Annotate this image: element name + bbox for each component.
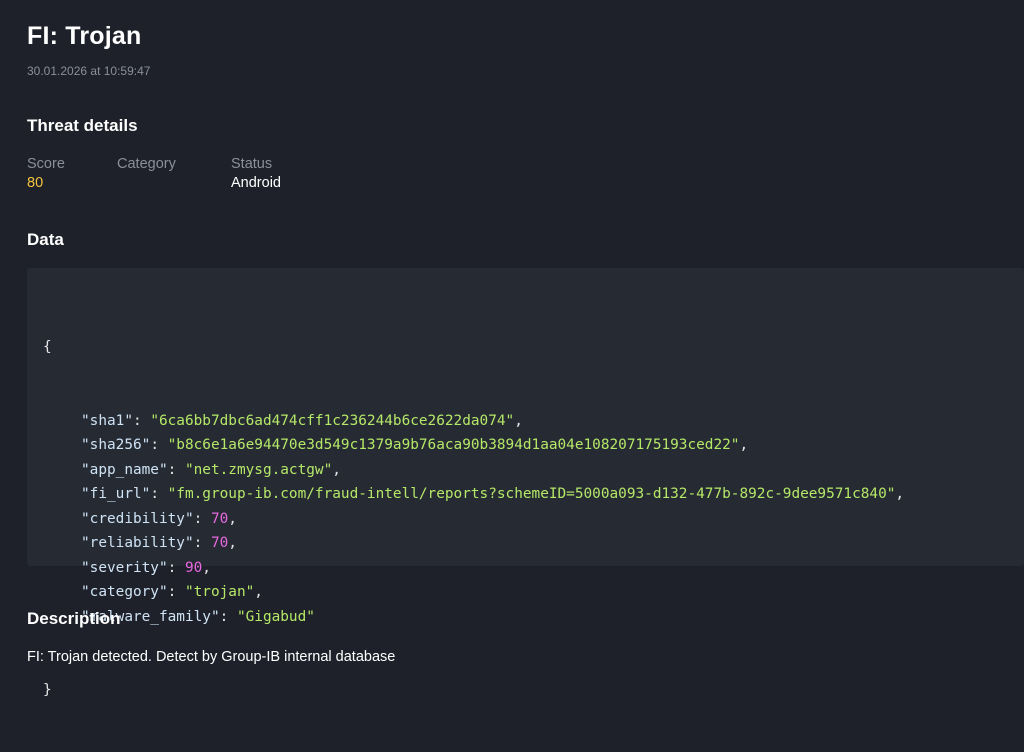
category-field: Category — [117, 155, 176, 173]
json-open-brace: { — [43, 339, 52, 355]
description-heading: Description — [27, 609, 121, 628]
json-key: "reliability" — [81, 535, 194, 551]
json-value: "fm.group-ib.com/fraud-intell/reports?sc… — [167, 486, 896, 502]
json-key: "severity" — [81, 559, 168, 576]
json-value: 90 — [184, 559, 203, 576]
json-value: "6ca6bb7dbc6ad474cff1c236244b6ce2622da07… — [150, 412, 515, 429]
description-text: FI: Trojan detected. Detect by Group-IB … — [27, 649, 396, 665]
json-value: 70 — [210, 535, 229, 551]
json-entries: "sha1": "6ca6bb7dbc6ad474cff1c236244b6ce… — [43, 409, 904, 630]
json-value: "b8c6e1a6e94470e3d549c1379a9b76aca90b389… — [167, 437, 740, 453]
threat-report-page: FI: Trojan 30.01.2026 at 10:59:47 Threat… — [27, 0, 1024, 698]
json-entry: "fi_url": "fm.group-ib.com/fraud-intell/… — [81, 486, 905, 502]
json-key: "sha256" — [81, 437, 151, 453]
data-heading: Data — [27, 230, 64, 249]
json-key: "category" — [81, 584, 168, 600]
status-field: Status Android — [231, 155, 281, 193]
json-value: 70 — [210, 510, 229, 527]
json-entry: "app_name": "net.zmysg.actgw", — [81, 461, 341, 478]
json-key: "fi_url" — [81, 486, 151, 502]
json-value: "trojan" — [184, 584, 255, 600]
json-entry: "sha1": "6ca6bb7dbc6ad474cff1c236244b6ce… — [81, 412, 523, 429]
status-value: Android — [231, 175, 281, 191]
status-label: Status — [231, 156, 273, 172]
json-value: "Gigabud" — [236, 608, 315, 625]
score-field: Score 80 — [27, 155, 65, 193]
timestamp: 30.01.2026 at 10:59:47 — [27, 64, 151, 78]
json-entry: "category": "trojan", — [81, 584, 263, 600]
threat-details-heading: Threat details — [27, 116, 138, 135]
json-key: "app_name" — [81, 461, 168, 478]
json-code-block[interactable]: { "sha1": "6ca6bb7dbc6ad474cff1c236244b6… — [27, 268, 1024, 698]
json-key: "sha1" — [81, 412, 133, 429]
json-entry: "reliability": 70, — [81, 535, 237, 551]
category-label: Category — [117, 156, 176, 172]
json-key: "credibility" — [81, 510, 194, 527]
json-close-brace: } — [43, 682, 52, 698]
score-label: Score — [27, 156, 65, 172]
score-value: 80 — [27, 175, 44, 191]
page-title: FI: Trojan — [27, 22, 142, 50]
json-entry: "credibility": 70, — [81, 510, 237, 527]
json-entry: "severity": 90, — [81, 559, 211, 576]
json-value: "net.zmysg.actgw" — [184, 461, 333, 478]
json-entry: "sha256": "b8c6e1a6e94470e3d549c1379a9b7… — [81, 437, 749, 453]
json-code: { "sha1": "6ca6bb7dbc6ad474cff1c236244b6… — [43, 286, 904, 752]
json-entry: "malware_family": "Gigabud" — [81, 608, 315, 625]
